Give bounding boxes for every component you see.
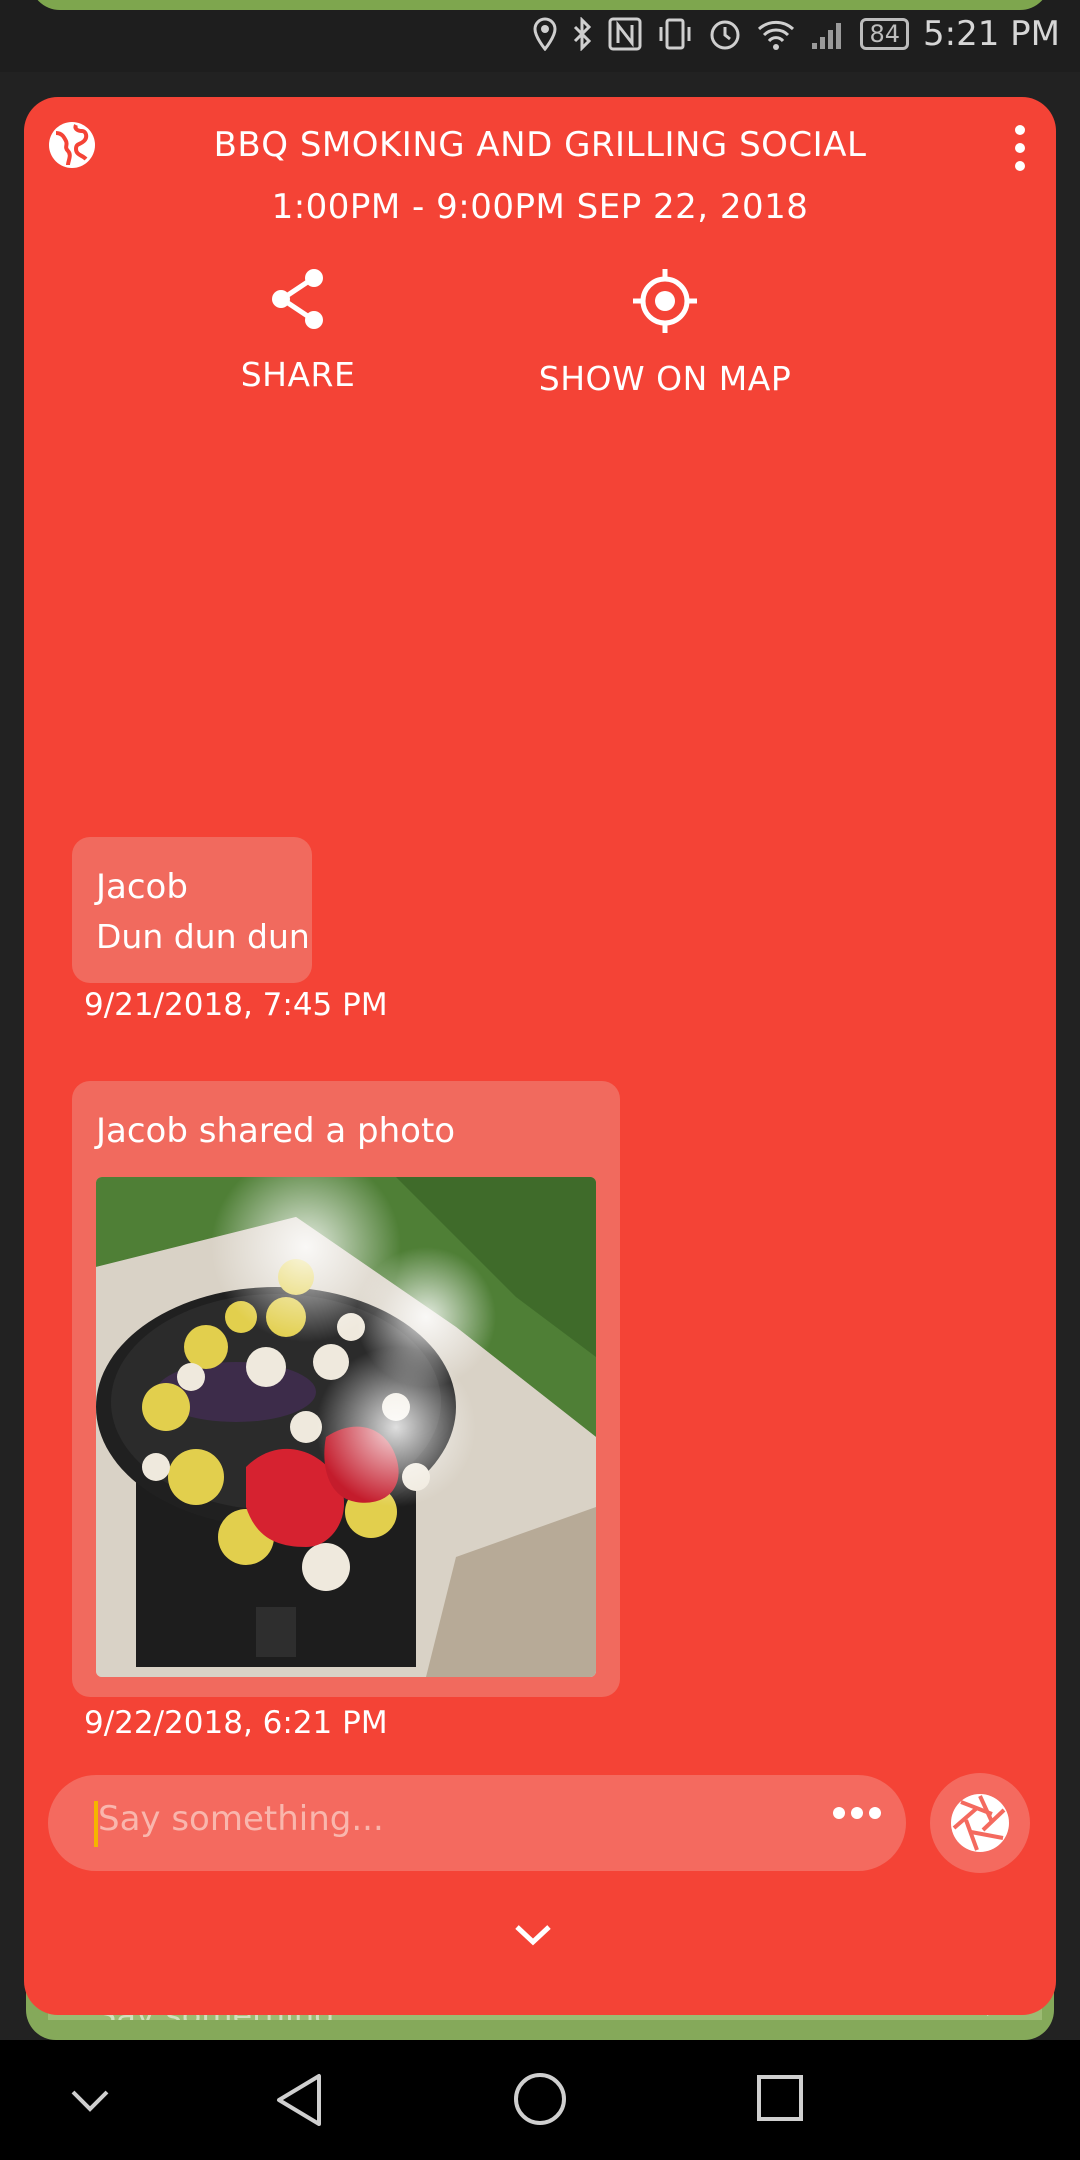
vibrate-icon <box>659 18 691 50</box>
navigation-bar <box>0 2040 1080 2160</box>
battery-indicator: 84 <box>860 18 909 50</box>
nav-recents-icon[interactable] <box>756 2074 804 2122</box>
photo-message-bubble[interactable]: Jacob shared a photo <box>72 1081 620 1697</box>
signal-icon <box>812 23 842 49</box>
event-title: BBQ SMOKING AND GRILLING SOCIAL <box>213 125 867 165</box>
bluetooth-icon <box>574 17 592 51</box>
event-card: BBQ SMOKING AND GRILLING SOCIAL 1:00PM -… <box>24 97 1056 2015</box>
location-icon <box>533 17 557 51</box>
event-time: 1:00PM - 9:00PM SEP 22, 2018 <box>271 187 809 227</box>
chevron-down-icon[interactable] <box>514 1923 552 1947</box>
background-card-edge <box>30 0 1050 10</box>
share-label: SHARE <box>240 355 356 394</box>
camera-button[interactable] <box>930 1773 1030 1873</box>
status-icons: 84 5:21 PM <box>532 14 1060 54</box>
message-input[interactable]: Say something... <box>48 1775 906 1871</box>
message-bubble[interactable]: Jacob Dun dun dun <box>72 837 312 983</box>
camera-shutter-icon <box>951 1794 1009 1852</box>
nav-hide-icon[interactable] <box>70 2088 110 2114</box>
gps-target-icon <box>633 269 697 333</box>
message-author: Jacob <box>96 867 188 907</box>
more-horiz-icon[interactable] <box>832 1805 882 1821</box>
shared-photo[interactable] <box>96 1177 596 1677</box>
message-timestamp: 9/22/2018, 6:21 PM <box>84 1705 388 1741</box>
show-on-map-label: SHOW ON MAP <box>538 359 792 398</box>
message-input-placeholder: Say something... <box>98 1799 384 1839</box>
message-text: Dun dun dun <box>96 917 310 956</box>
status-time: 5:21 PM <box>923 14 1060 54</box>
share-button[interactable]: SHARE <box>148 267 448 394</box>
alarm-icon <box>710 20 740 50</box>
share-icon <box>272 269 323 329</box>
message-author: Jacob shared a photo <box>96 1111 456 1151</box>
message-timestamp: 9/21/2018, 7:45 PM <box>84 987 388 1023</box>
nav-home-icon[interactable] <box>513 2072 567 2126</box>
nav-back-icon[interactable] <box>275 2072 325 2128</box>
nfc-icon <box>608 17 642 51</box>
wifi-icon <box>758 20 795 50</box>
show-on-map-button[interactable]: SHOW ON MAP <box>515 267 815 398</box>
status-bar: 84 5:21 PM <box>0 0 1080 72</box>
